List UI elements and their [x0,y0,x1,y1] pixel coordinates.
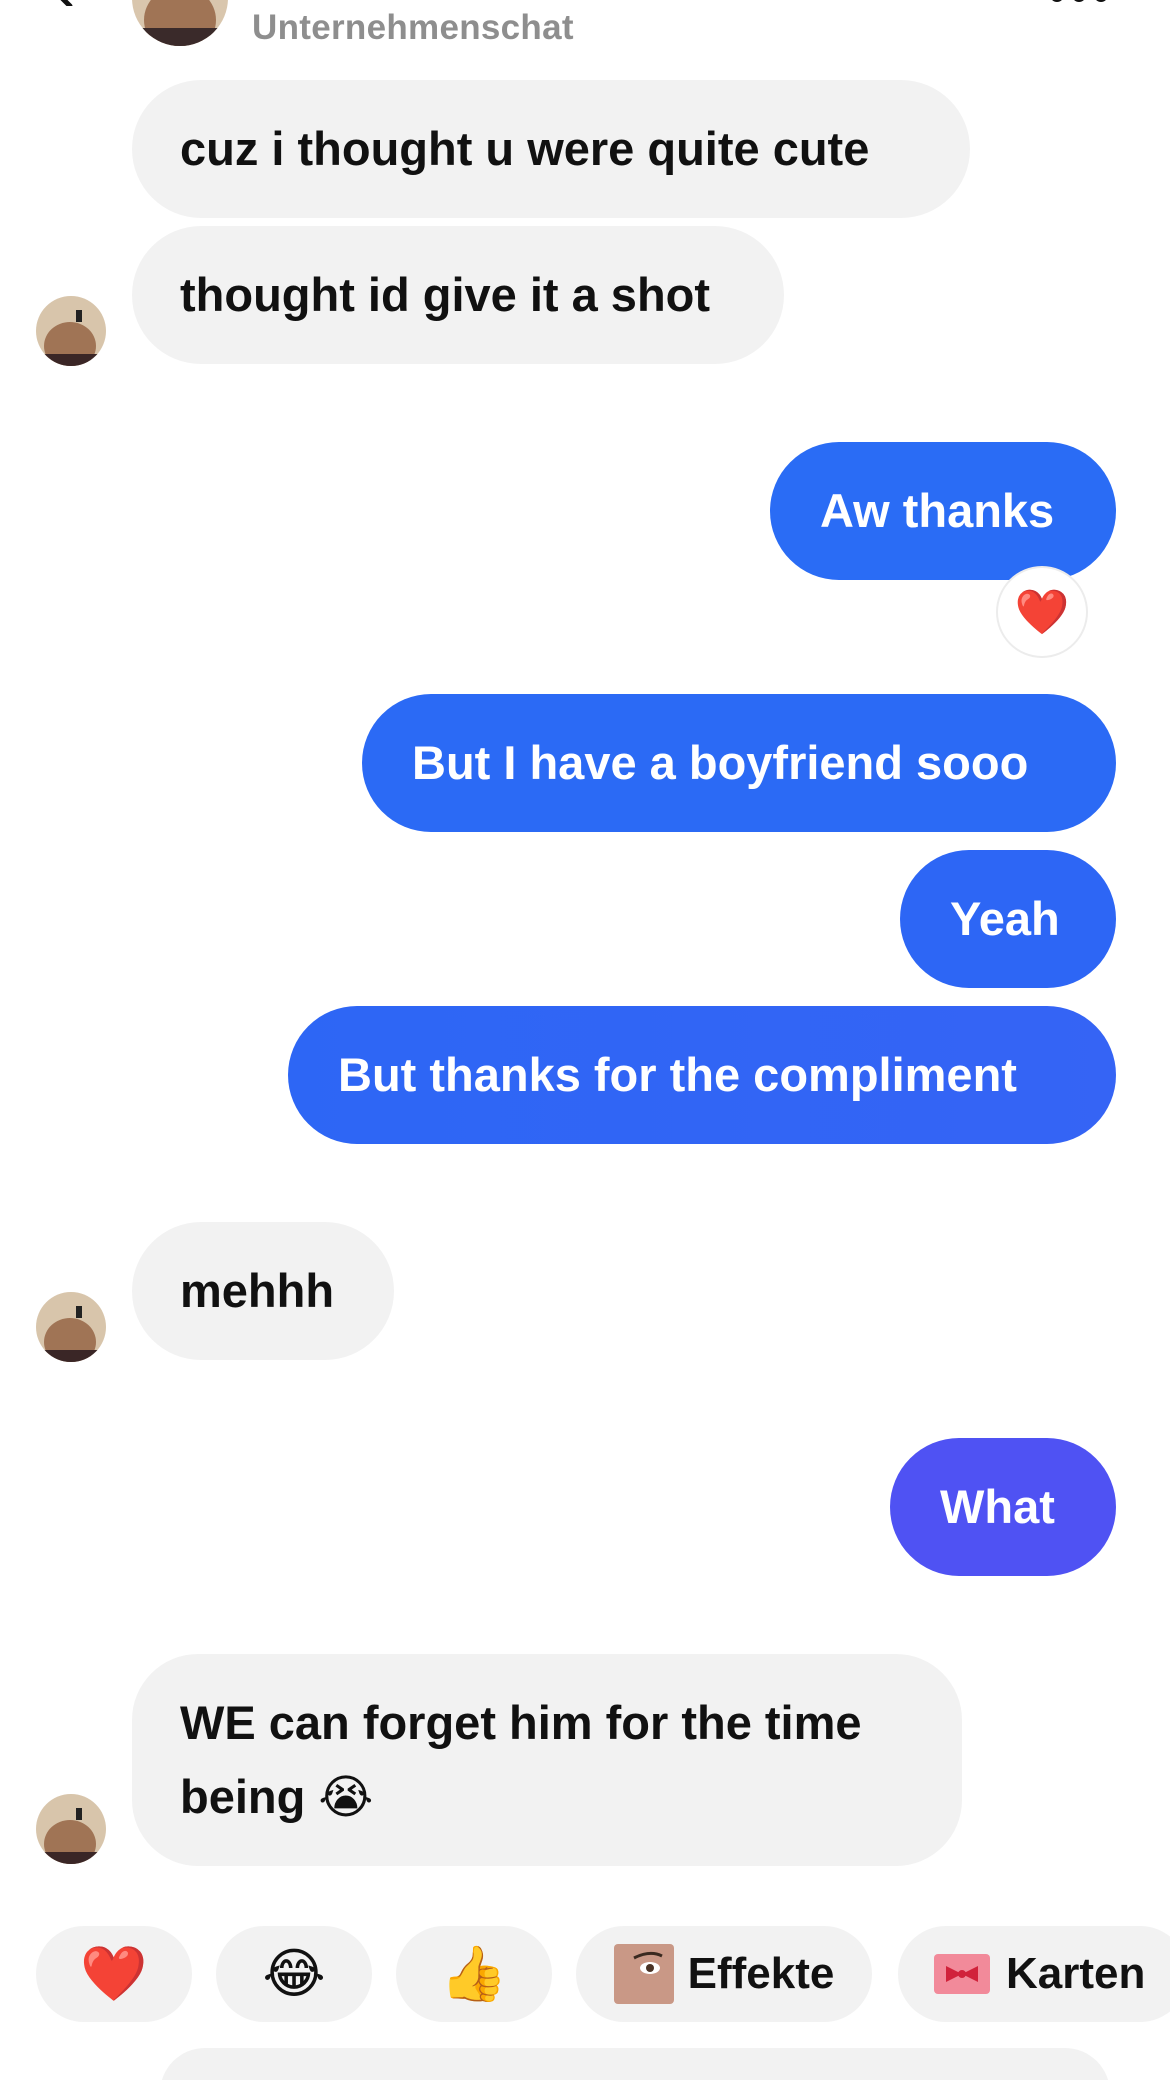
chat-type-label: Unternehmenschat [252,8,574,47]
outgoing-message-bubble[interactable]: But I have a boyfriend sooo [362,694,1116,832]
heart-icon: ❤️ [80,1944,148,2004]
message-text: What [940,1480,1055,1533]
outgoing-message-bubble[interactable]: Aw thanks [770,442,1116,580]
incoming-message-bubble[interactable]: WE can forget him for the time being 😭 [132,1654,962,1866]
outgoing-message-bubble[interactable]: Yeah [900,850,1116,988]
sender-avatar[interactable] [36,1794,106,1864]
contact-avatar[interactable] [132,0,228,46]
incoming-message-bubble[interactable]: thought id give it a shot [132,226,784,364]
outgoing-message-bubble[interactable]: But thanks for the compliment [288,1006,1116,1144]
gift-card-icon [932,1944,992,2004]
chat-header: Unternehmenschat [0,0,1170,70]
avatar-photo-icon [132,0,228,46]
quick-reaction-heart-button[interactable]: ❤️ [36,1926,192,2022]
message-input[interactable] [160,2048,1110,2080]
chat-screen: Unternehmenschat cuz i thought u were qu… [0,0,1170,2080]
message-text: cuz i thought u were quite cute [180,122,870,175]
message-text: WE can forget him for the time being 😭 [180,1696,862,1823]
message-text: mehhh [180,1264,335,1317]
outgoing-message-bubble[interactable]: What [890,1438,1116,1576]
message-text: But thanks for the compliment [338,1048,1017,1101]
quick-reaction-thumbs-up-button[interactable]: 👍 [396,1926,552,2022]
avatar-photo-icon [36,1794,106,1864]
message-text: Yeah [950,892,1060,945]
message-text: thought id give it a shot [180,268,711,321]
incoming-message-bubble[interactable]: cuz i thought u were quite cute [132,80,970,218]
message-text: But I have a boyfriend sooo [412,736,1029,789]
incoming-message-bubble[interactable]: mehhh [132,1222,394,1360]
sender-avatar[interactable] [36,296,106,366]
cards-label: Karten [1006,1949,1146,1998]
thumbs-up-icon: 👍 [440,1944,508,2004]
avatar-photo-icon [36,296,106,366]
heart-reaction-icon[interactable]: ❤️ [998,568,1086,656]
avatar-photo-icon [36,1292,106,1362]
laughing-face-icon: 😂 [262,1944,326,2004]
cards-button[interactable]: Karten [898,1926,1170,2022]
more-options-icon[interactable] [1050,0,1110,8]
effects-button[interactable]: Effekte [576,1926,872,2022]
sender-avatar[interactable] [36,1292,106,1362]
effects-label: Effekte [687,1949,835,1998]
quick-reaction-laugh-button[interactable]: 😂 [216,1926,372,2022]
effects-preview-icon [613,1944,674,2004]
back-arrow-icon[interactable] [40,0,80,6]
message-text: Aw thanks [820,484,1055,537]
